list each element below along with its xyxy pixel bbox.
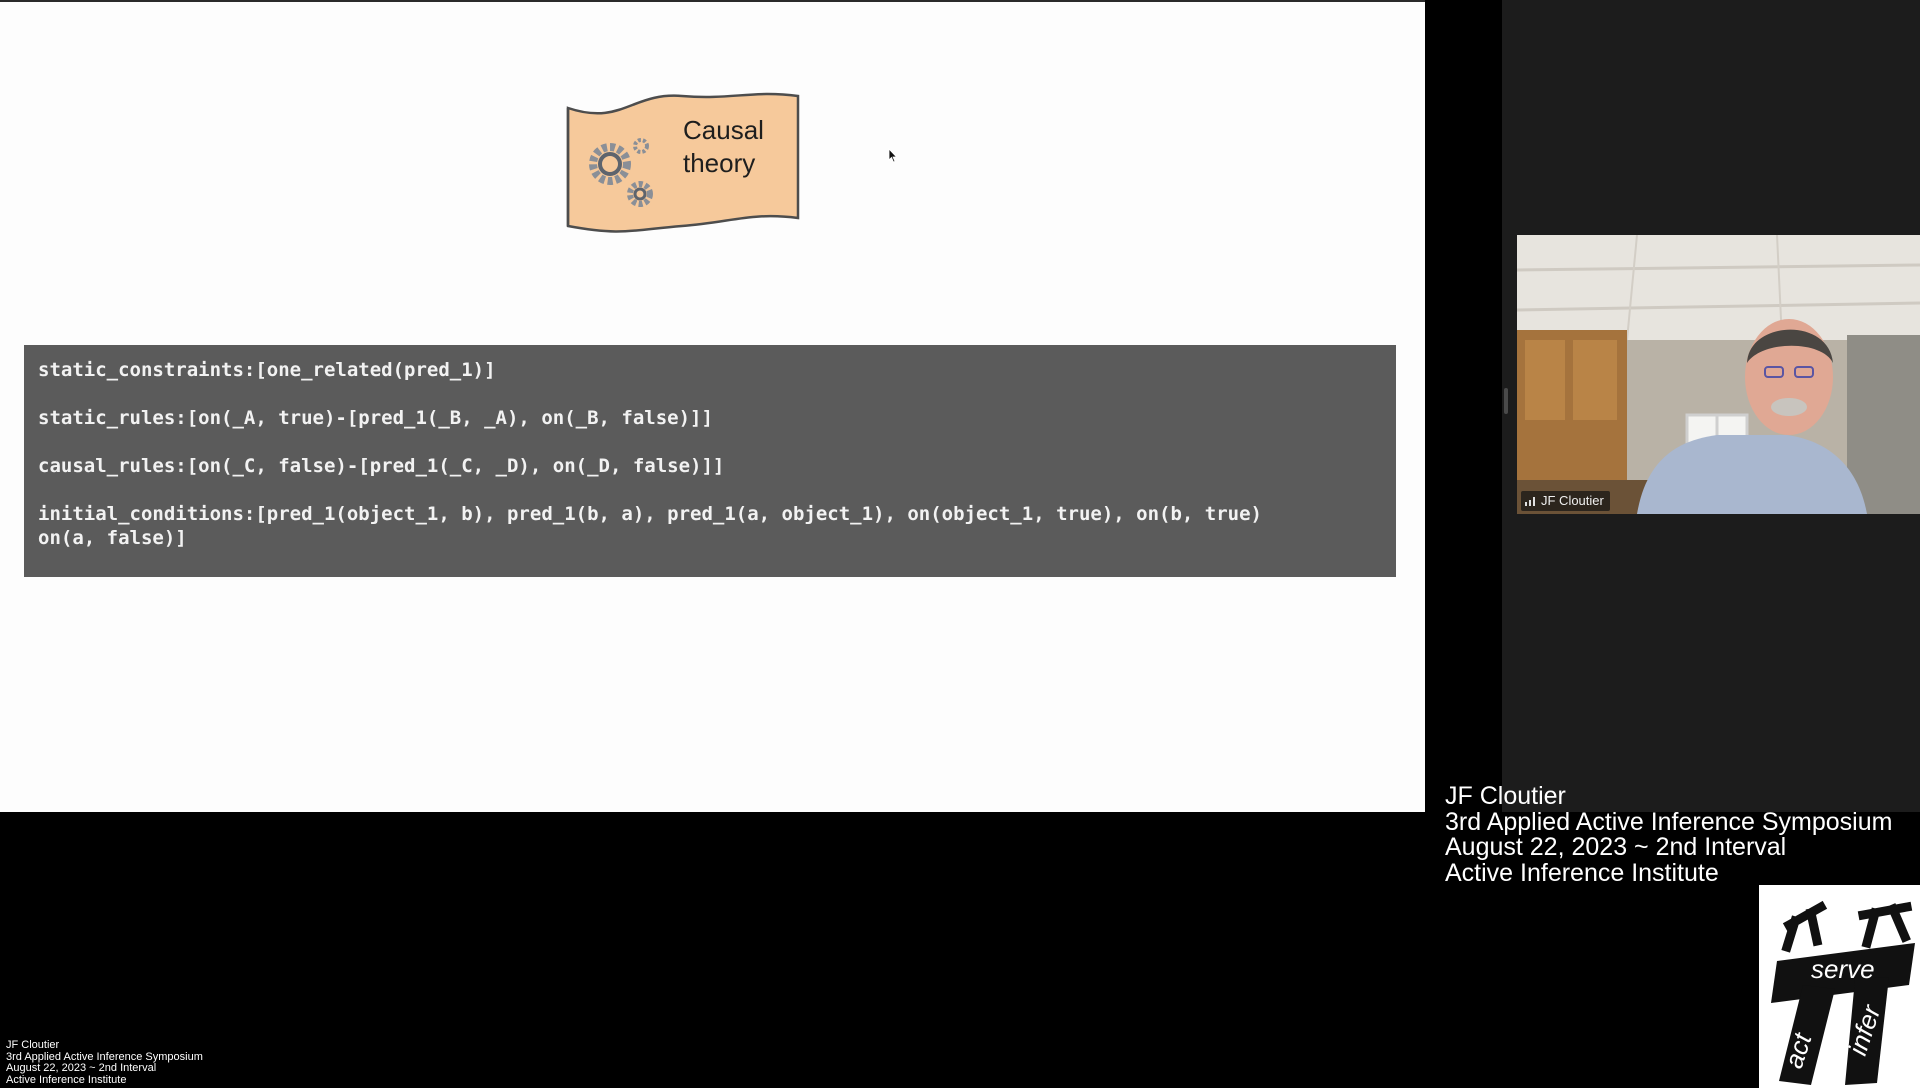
caption-date: August 22, 2023 ~ 2nd Interval xyxy=(1445,833,1787,861)
mini-caption-org: Active Inference Institute xyxy=(6,1073,127,1086)
scroll-title-line2: theory xyxy=(683,148,756,178)
shared-slide: Causal theory static_constraints:[one_re… xyxy=(0,2,1425,812)
code-line-static-constraints: static_constraints:[one_related(pred_1)] xyxy=(38,359,496,381)
mini-caption-date: August 22, 2023 ~ 2nd Interval xyxy=(6,1062,157,1074)
panel-resize-handle[interactable] xyxy=(1504,388,1508,414)
logo-word-serve: serve xyxy=(1811,954,1875,984)
code-block: static_constraints:[one_related(pred_1)]… xyxy=(24,345,1396,577)
pi-act-infer-logo-icon: serve act infer xyxy=(1759,885,1920,1088)
lower-third-caption: JF Cloutier 3rd Applied Active Inference… xyxy=(1445,782,1893,887)
caption-org: Active Inference Institute xyxy=(1445,858,1719,887)
participant-name-label: JF Cloutier xyxy=(1521,491,1610,511)
scroll-title-line1: Causal xyxy=(683,115,764,145)
participant-name: JF Cloutier xyxy=(1541,493,1604,508)
scroll-title: Causal theory xyxy=(683,114,803,180)
signal-strength-icon xyxy=(1525,497,1535,506)
mouse-cursor-icon xyxy=(888,148,898,163)
code-line-causal-rules: causal_rules:[on(_C, false)-[pred_1(_C, … xyxy=(38,455,725,477)
mini-caption-name: JF Cloutier xyxy=(6,1039,60,1051)
code-line-static-rules: static_rules:[on(_A, true)-[pred_1(_B, _… xyxy=(38,407,713,429)
mini-caption: JF Cloutier 3rd Applied Active Inference… xyxy=(6,1039,203,1086)
screen: Causal theory static_constraints:[one_re… xyxy=(0,0,1920,1088)
caption-name: JF Cloutier xyxy=(1445,782,1566,810)
caption-event: 3rd Applied Active Inference Symposium xyxy=(1445,807,1893,836)
participant-video-tile[interactable]: JF Cloutier xyxy=(1517,235,1920,514)
slide-side-gap xyxy=(1425,0,1502,812)
institute-logo: serve act infer xyxy=(1759,885,1920,1088)
code-line-initial-conditions: initial_conditions:[pred_1(object_1, b),… xyxy=(38,503,1262,549)
participant-video-frame xyxy=(1517,235,1920,514)
